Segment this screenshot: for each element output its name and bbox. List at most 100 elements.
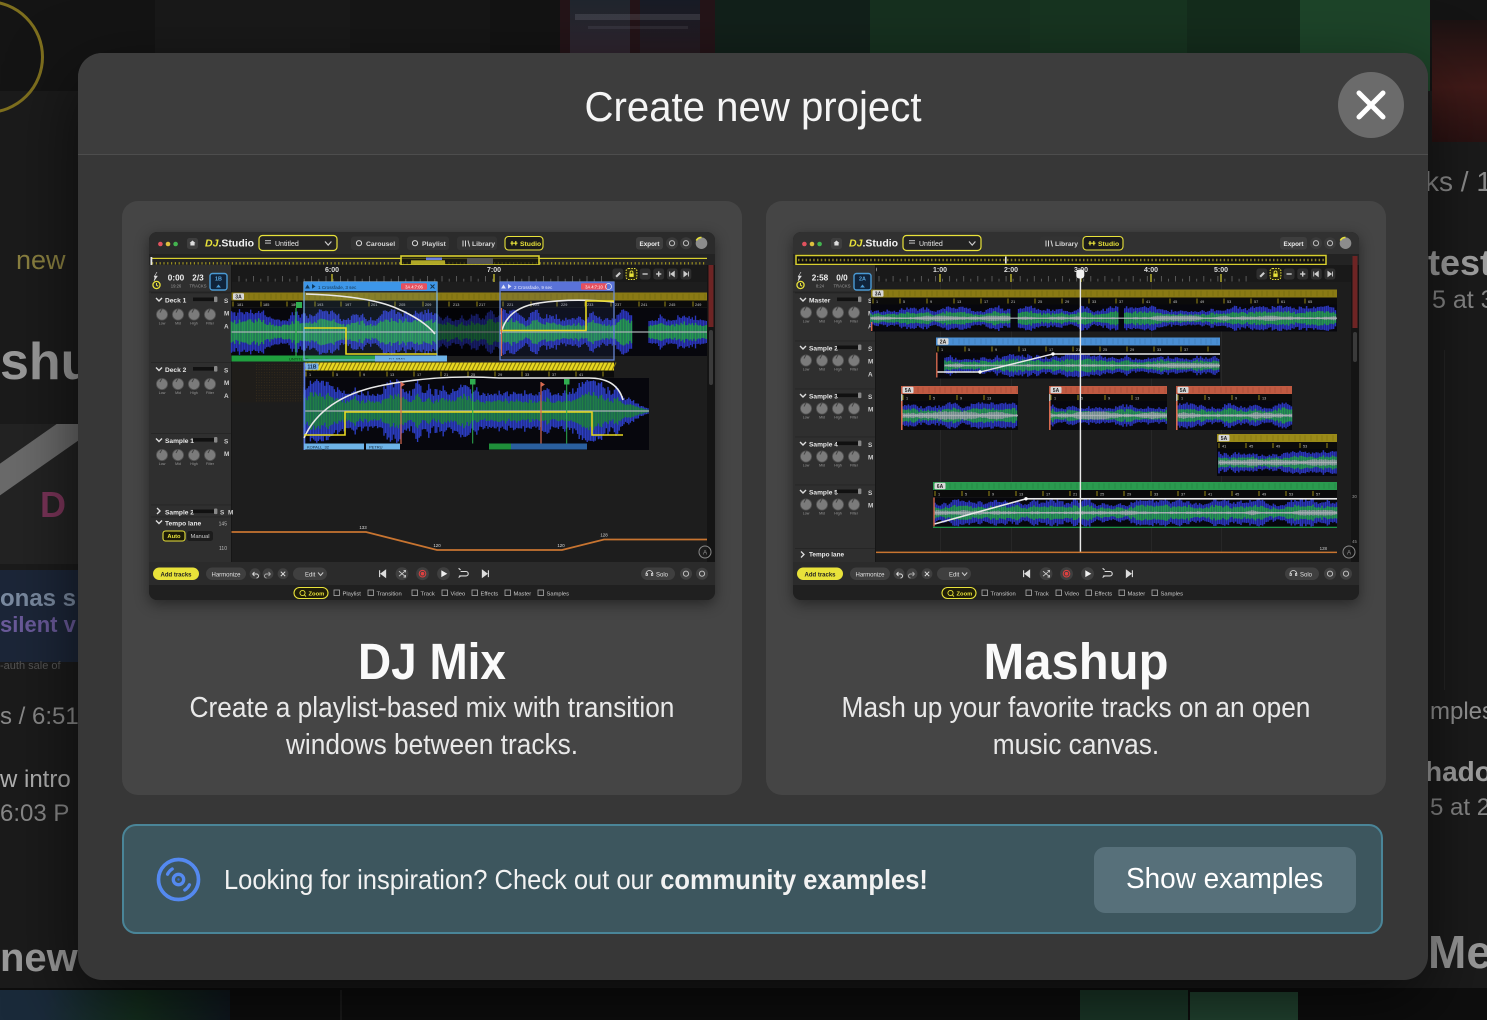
svg-text:S: S: [224, 367, 229, 374]
svg-text:5: 5: [903, 300, 905, 304]
svg-text:Sample 5: Sample 5: [809, 490, 838, 497]
svg-text:17: 17: [984, 300, 988, 304]
svg-text:Solo: Solo: [1300, 572, 1313, 578]
svg-text:1: 1: [1181, 396, 1183, 400]
svg-text:49: 49: [1262, 492, 1266, 496]
svg-text:A: A: [224, 324, 229, 331]
svg-text:Library: Library: [1055, 241, 1078, 248]
svg-text:5A: 5A: [1053, 388, 1060, 394]
svg-text:Video: Video: [1065, 592, 1080, 598]
svg-text:29: 29: [1130, 348, 1134, 352]
svg-text:Mid: Mid: [819, 463, 825, 467]
svg-text:Low: Low: [159, 321, 166, 325]
svg-text:M: M: [868, 359, 873, 366]
svg-text:33: 33: [525, 373, 529, 377]
svg-text:Export: Export: [640, 241, 661, 248]
svg-text:41: 41: [1208, 492, 1212, 496]
svg-text:High: High: [834, 463, 841, 467]
svg-text:213: 213: [453, 303, 459, 307]
svg-text:Master: Master: [1128, 592, 1146, 598]
svg-text:53: 53: [1227, 300, 1231, 304]
svg-text:Filter: Filter: [850, 415, 859, 419]
svg-text:Mid: Mid: [175, 462, 181, 466]
svg-text:2:00: 2:00: [1004, 267, 1018, 274]
svg-text:45: 45: [1173, 300, 1177, 304]
svg-text:Filter: Filter: [206, 462, 215, 466]
svg-text:1:00: 1:00: [933, 267, 947, 274]
svg-text:Deck 1: Deck 1: [165, 298, 187, 305]
svg-text:8:24: 8:24: [816, 284, 825, 289]
svg-text:A: A: [703, 550, 708, 557]
svg-text:45: 45: [1235, 492, 1239, 496]
svg-text:0/0: 0/0: [836, 274, 848, 283]
svg-text:Carousel: Carousel: [366, 241, 395, 248]
svg-text:249: 249: [695, 303, 701, 307]
svg-text:120: 120: [557, 543, 565, 548]
svg-text:Low: Low: [803, 415, 810, 419]
svg-text:53: 53: [1303, 444, 1307, 448]
svg-text:M: M: [868, 407, 873, 414]
svg-text:5:00: 5:00: [1214, 267, 1228, 274]
svg-text:13: 13: [957, 300, 961, 304]
svg-text:M: M: [868, 503, 873, 510]
svg-text:Video: Video: [451, 592, 466, 598]
svg-text:Add tracks: Add tracks: [804, 572, 836, 578]
svg-text:13: 13: [1262, 396, 1266, 400]
svg-text:Filter: Filter: [850, 463, 859, 467]
svg-text:Solo: Solo: [656, 572, 669, 578]
svg-text:Sample 2: Sample 2: [165, 510, 194, 517]
svg-text:128: 128: [1320, 546, 1328, 551]
svg-text:A: A: [868, 372, 873, 379]
svg-text:S: S: [868, 346, 873, 353]
svg-text:5A: 5A: [1180, 388, 1187, 394]
svg-text:237: 237: [615, 303, 621, 307]
svg-text:9: 9: [960, 396, 962, 400]
svg-text:5A: 5A: [905, 388, 912, 394]
svg-text:S: S: [868, 394, 873, 401]
svg-text:Track: Track: [1035, 592, 1049, 598]
svg-text:Mid: Mid: [175, 391, 181, 395]
svg-text:Sample 2: Sample 2: [809, 346, 838, 353]
svg-text:1 Crossfade, 3 sec: 1 Crossfade, 3 sec: [318, 285, 357, 290]
svg-text:Harmonize: Harmonize: [855, 572, 885, 578]
svg-text:A: A: [224, 393, 229, 400]
svg-text:13: 13: [1019, 492, 1023, 496]
svg-text:30: 30: [1352, 494, 1357, 499]
svg-text:DJ: DJ: [205, 238, 220, 250]
svg-text:4:00: 4:00: [1144, 267, 1158, 274]
svg-text:Zoom: Zoom: [309, 592, 325, 598]
svg-text:1: 1: [906, 396, 908, 400]
svg-text:Library: Library: [472, 241, 495, 248]
svg-text:5: 5: [336, 373, 338, 377]
svg-text:13: 13: [1135, 396, 1139, 400]
svg-text:29: 29: [498, 373, 502, 377]
svg-text:Studio: Studio: [520, 241, 541, 248]
svg-text:7:00: 7:00: [487, 267, 501, 274]
svg-text:3A 4:7:06: 3A 4:7:06: [405, 284, 423, 289]
svg-text:High: High: [834, 415, 841, 419]
svg-text:57: 57: [1316, 492, 1320, 496]
svg-text:High: High: [834, 319, 841, 323]
svg-text:Playlist: Playlist: [343, 592, 362, 598]
svg-text:13: 13: [987, 396, 991, 400]
svg-text:Low: Low: [803, 319, 810, 323]
svg-text:1: 1: [309, 373, 311, 377]
svg-text:41: 41: [579, 373, 583, 377]
svg-text:49: 49: [1276, 444, 1280, 448]
svg-text:33: 33: [1154, 492, 1158, 496]
svg-text:High: High: [834, 367, 841, 371]
svg-text:13: 13: [1022, 348, 1026, 352]
svg-text:.Studio: .Studio: [863, 238, 899, 250]
svg-text:11B: 11B: [308, 365, 317, 371]
svg-text:185: 185: [263, 303, 269, 307]
svg-text:Filter: Filter: [850, 319, 859, 323]
svg-text:21: 21: [1073, 492, 1077, 496]
svg-text:9: 9: [1235, 396, 1237, 400]
svg-text:PETRU: PETRU: [369, 445, 383, 450]
svg-text:6A: 6A: [937, 484, 944, 490]
svg-text:Playlist: Playlist: [422, 241, 447, 248]
svg-text:High: High: [190, 321, 197, 325]
svg-text:2A: 2A: [859, 277, 866, 283]
svg-text:DJ: DJ: [849, 238, 864, 250]
svg-text:Transition: Transition: [991, 592, 1016, 598]
